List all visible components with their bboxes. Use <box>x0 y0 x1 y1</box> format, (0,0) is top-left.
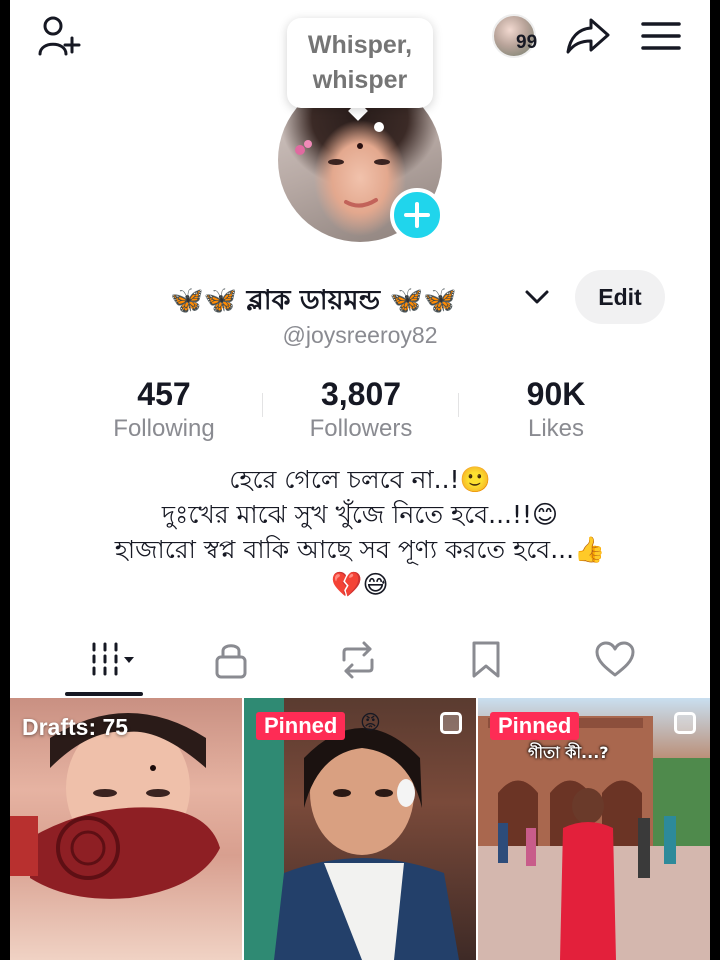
drafts-count-label: Drafts: 75 <box>22 714 129 740</box>
select-checkbox[interactable] <box>440 712 462 734</box>
followers-label: Followers <box>309 415 413 442</box>
repost-icon <box>342 641 374 679</box>
active-tab-indicator <box>65 692 143 696</box>
video-thumbnail-pinned[interactable]: Pinned 😡 <box>244 698 476 960</box>
tab-liked[interactable] <box>582 628 648 692</box>
tooltip-line-1: Whisper, <box>307 31 413 59</box>
lock-icon <box>215 644 247 679</box>
grid-icon <box>92 642 134 676</box>
edit-profile-button[interactable]: Edit <box>575 270 665 324</box>
select-checkbox[interactable] <box>674 712 696 734</box>
bio-line: দুঃখের মাঝে সুখ খুঁজে নিতে হবে...!!😊 <box>161 500 559 529</box>
video-grid: Drafts: 75 Pinned 😡 Pinned গীতা কী...? <box>10 698 710 960</box>
stat-following[interactable]: 457 Following <box>84 374 244 444</box>
stat-likes[interactable]: 90K Likes <box>476 374 636 444</box>
heart-icon <box>595 641 635 677</box>
bio-line: 💔😅 <box>331 570 389 599</box>
stat-followers[interactable]: 3,807 Followers <box>281 374 441 444</box>
stat-divider <box>262 393 263 417</box>
video-thumbnail-drafts[interactable]: Drafts: 75 <box>10 698 242 960</box>
notifications-avatar-badge[interactable]: 99 <box>490 12 546 60</box>
video-thumbnail-pinned[interactable]: Pinned গীতা কী...? <box>478 698 710 960</box>
pinned-badge: Pinned <box>490 712 580 740</box>
share-icon[interactable] <box>562 12 614 60</box>
tab-favorites[interactable] <box>456 628 516 692</box>
whisper-tooltip[interactable]: Whisper, whisper <box>287 18 433 108</box>
likes-label: Likes <box>527 415 585 442</box>
bio-line: হেরে গেলে চলবে না..!🙂 <box>229 465 491 494</box>
tooltip-line-2: whisper <box>312 66 408 94</box>
add-story-button[interactable] <box>390 188 444 242</box>
likes-count: 90K <box>526 376 586 412</box>
profile-screen: 99 Whisper, whisper 🦋🦋 ব্লাক ডায়মন্ড 🦋🦋… <box>10 0 710 960</box>
add-friend-icon[interactable] <box>32 12 88 60</box>
display-name: 🦋🦋 ব্লাক ডায়মন্ড 🦋🦋 <box>170 285 457 316</box>
angry-emoji: 😡 <box>360 710 381 734</box>
username-handle: @joysreeroy82 <box>282 322 438 348</box>
tab-reposts[interactable] <box>326 628 390 692</box>
chevron-down-icon[interactable] <box>524 288 550 310</box>
following-label: Following <box>113 415 215 442</box>
bookmark-icon <box>472 641 500 678</box>
content-tabs <box>10 628 710 698</box>
stat-divider <box>458 393 459 417</box>
notification-count: 99 <box>516 32 538 53</box>
following-count: 457 <box>137 376 191 412</box>
tab-videos[interactable] <box>65 628 145 692</box>
menu-icon[interactable] <box>636 14 686 58</box>
video-caption: গীতা কী...? <box>528 743 609 762</box>
tooltip-dot <box>374 122 384 132</box>
followers-count: 3,807 <box>320 376 402 412</box>
bio: হেরে গেলে চলবে না..!🙂 দুঃখের মাঝে সুখ খু… <box>10 462 710 602</box>
pinned-badge: Pinned <box>256 712 346 740</box>
plus-icon <box>404 202 430 228</box>
tab-private[interactable] <box>200 628 262 692</box>
bio-line: হাজারো স্বপ্ন বাকি আছে সব পূণ্য করতে হবে… <box>114 535 606 564</box>
